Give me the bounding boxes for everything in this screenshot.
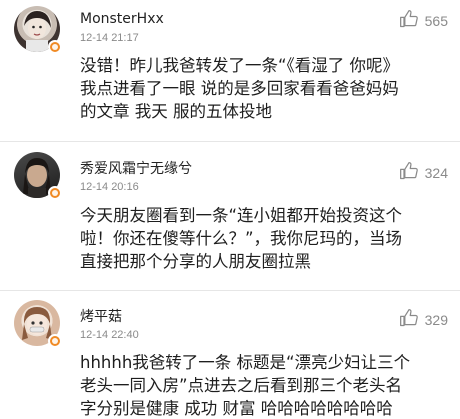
comment-text-line: hhhhh我爸转了一条 标题是“漂亮少妇让三个 <box>80 353 411 372</box>
comment-text: 今天朋友圈看到一条“连小姐都开始投资这个 啦！你还在傻等什么？”，我你尼玛的，当… <box>80 204 448 273</box>
member-badge-icon <box>48 186 62 200</box>
like-count: 565 <box>424 12 448 29</box>
like-button[interactable]: 565 <box>399 9 448 32</box>
comment-text-line: 的文章 我天 服的五体投地 <box>80 102 272 121</box>
thumbs-up-icon <box>399 308 419 331</box>
comment-username[interactable]: MonsterHxx <box>80 11 164 27</box>
like-button[interactable]: 329 <box>399 308 448 331</box>
comment-item: 秀爱风霜宁无缘兮 12-14 20:16 324 今天朋友圈看到一条“连小姐都开… <box>0 142 460 290</box>
comment-text-line: 啦！你还在傻等什么？”，我你尼玛的，当场 <box>80 229 403 248</box>
comment-text: hhhhh我爸转了一条 标题是“漂亮少妇让三个 老头一同入房”点进去之后看到那三… <box>80 351 448 419</box>
comment-time: 12-14 20:16 <box>80 181 139 193</box>
comment-item: MonsterHxx 12-14 21:17 565 没错！昨儿我爸转发了一条“… <box>0 0 460 140</box>
like-button[interactable]: 324 <box>399 161 448 184</box>
comment-item: 烤平菇 12-14 22:40 329 hhhhh我爸转了一条 标题是“漂亮少妇… <box>0 291 460 419</box>
comment-time: 12-14 21:17 <box>80 32 139 44</box>
comment-text-line: 老头一同入房”点进去之后看到那三个老头名 <box>80 376 403 395</box>
thumbs-up-icon <box>399 9 419 32</box>
comment-text-line: 我点进看了一眼 说的是多回家看看爸爸妈妈 <box>80 79 399 98</box>
like-count: 324 <box>424 164 448 181</box>
comment-text-line: 没错！昨儿我爸转发了一条“《看湿了 你呢》 <box>80 56 400 75</box>
member-badge-icon <box>48 334 62 348</box>
comment-username[interactable]: 秀爱风霜宁无缘兮 <box>80 158 192 178</box>
like-count: 329 <box>424 311 448 328</box>
comment-text-line: 直接把那个分享的人朋友圈拉黑 <box>80 252 311 271</box>
member-badge-icon <box>48 40 62 54</box>
comment-text-line: 今天朋友圈看到一条“连小姐都开始投资这个 <box>80 206 403 225</box>
thumbs-up-icon <box>399 161 419 184</box>
comment-text-line: 字分别是健康 成功 财富 哈哈哈哈哈哈哈哈 <box>80 399 393 418</box>
comment-username[interactable]: 烤平菇 <box>80 306 122 326</box>
comment-text: 没错！昨儿我爸转发了一条“《看湿了 你呢》 我点进看了一眼 说的是多回家看看爸爸… <box>80 54 448 123</box>
comment-time: 12-14 22:40 <box>80 329 139 341</box>
